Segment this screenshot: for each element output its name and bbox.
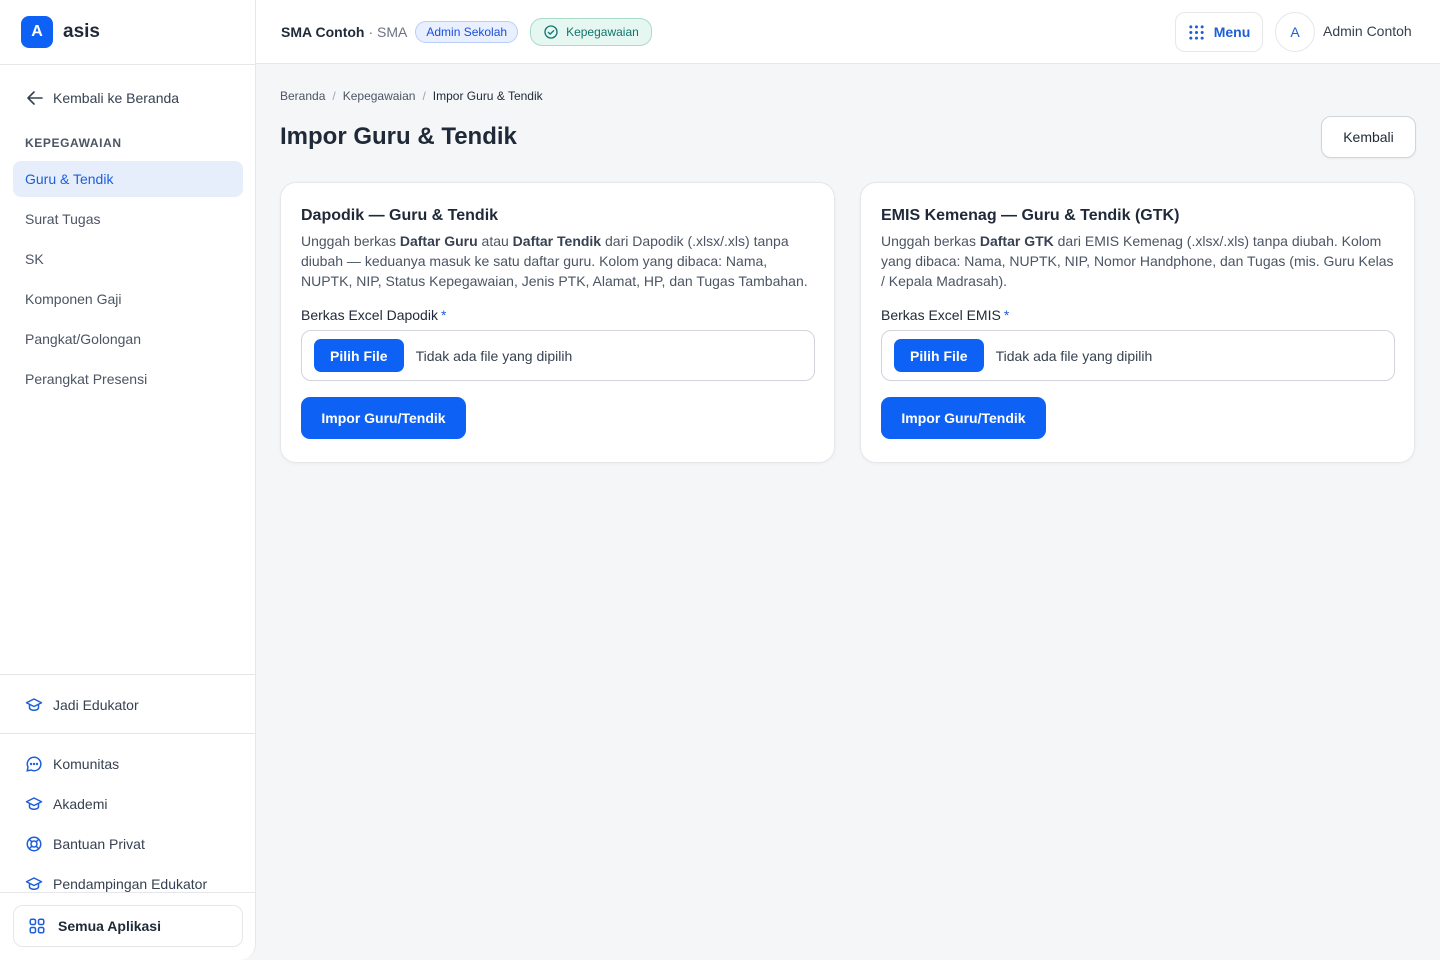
page-title: Impor Guru & Tendik	[280, 123, 517, 150]
desc-text: Unggah berkas	[301, 233, 400, 249]
become-educator-label: Jadi Edukator	[53, 697, 139, 713]
academy-link[interactable]: Akademi	[0, 784, 255, 824]
breadcrumb-separator: /	[422, 89, 426, 103]
file-input[interactable]: Pilih File Tidak ada file yang dipilih	[881, 330, 1395, 381]
all-apps-label: Semua Aplikasi	[58, 918, 161, 934]
desc-bold: Daftar Tendik	[512, 233, 602, 249]
sidebar-item-guru-tendik[interactable]: Guru & Tendik	[13, 161, 243, 197]
back-to-home-link[interactable]: Kembali ke Beranda	[25, 88, 179, 108]
menu-label: Menu	[1213, 24, 1251, 40]
dots-grid-icon	[1189, 24, 1204, 40]
desc-text: atau	[477, 233, 513, 249]
role-badge: Admin Sekolah	[415, 20, 519, 43]
user-name[interactable]: Admin Contoh	[1323, 23, 1412, 39]
graduation-cap-icon	[25, 797, 43, 810]
emis-import-card: EMIS Kemenag — Guru & Tendik (GTK) Ungga…	[860, 182, 1415, 463]
back-button[interactable]: Kembali	[1321, 116, 1416, 158]
brand-logo: A	[21, 16, 53, 48]
file-field-label-text: Berkas Excel EMIS	[881, 307, 1001, 323]
module-badge-label: Kepegawaian	[566, 24, 639, 39]
topbar: SMA Contoh · SMA Admin Sekolah Kepegawai…	[256, 0, 1440, 64]
avatar[interactable]: A	[1275, 12, 1315, 52]
file-field-label: Berkas Excel EMIS *	[881, 307, 1394, 323]
module-badge: Kepegawaian	[530, 17, 652, 46]
become-educator-link[interactable]: Jadi Edukator	[0, 685, 255, 725]
check-circle-icon	[544, 24, 558, 39]
import-button[interactable]: Impor Guru/Tendik	[881, 397, 1046, 439]
choose-file-button[interactable]: Pilih File	[894, 339, 984, 372]
card-description: Unggah berkas Daftar GTK dari EMIS Kemen…	[881, 231, 1394, 291]
educator-mentoring-link[interactable]: Pendampingan Edukator	[0, 864, 255, 904]
private-help-link[interactable]: Bantuan Privat	[0, 824, 255, 864]
breadcrumb-home[interactable]: Beranda	[280, 89, 325, 103]
breadcrumb-current: Impor Guru & Tendik	[432, 89, 543, 103]
sidebar-item-sk[interactable]: SK	[13, 241, 243, 277]
file-field-label-text: Berkas Excel Dapodik	[301, 307, 438, 323]
all-apps-button[interactable]: Semua Aplikasi	[13, 905, 243, 947]
academy-label: Akademi	[53, 796, 108, 812]
brand[interactable]: A asis	[0, 0, 255, 65]
desc-bold: Daftar GTK	[979, 233, 1054, 249]
sidebar-item-pangkat-golongan[interactable]: Pangkat/Golongan	[13, 321, 243, 357]
desc-text: Unggah berkas	[881, 233, 980, 249]
file-input[interactable]: Pilih File Tidak ada file yang dipilih	[301, 330, 815, 381]
required-mark: *	[440, 307, 447, 323]
breadcrumb: Beranda / Kepegawaian / Impor Guru & Ten…	[280, 89, 543, 103]
file-status: Tidak ada file yang dipilih	[995, 347, 1153, 364]
sidebar-divider	[0, 892, 255, 893]
community-label: Komunitas	[53, 756, 120, 772]
brand-name: asis	[63, 21, 100, 42]
breadcrumb-kepegawaian[interactable]: Kepegawaian	[343, 89, 416, 103]
breadcrumb-separator: /	[332, 89, 336, 103]
grid-icon	[29, 918, 45, 934]
arrow-left-icon	[27, 91, 43, 105]
private-help-label: Bantuan Privat	[53, 836, 145, 852]
desc-bold: Daftar Guru	[399, 233, 478, 249]
school-name: SMA Contoh	[281, 23, 365, 40]
file-status: Tidak ada file yang dipilih	[415, 347, 573, 364]
menu-button[interactable]: Menu	[1175, 12, 1263, 52]
chat-icon	[26, 756, 42, 772]
choose-file-button[interactable]: Pilih File	[314, 339, 404, 372]
card-title: EMIS Kemenag — Guru & Tendik (GTK)	[881, 207, 1180, 224]
import-button[interactable]: Impor Guru/Tendik	[301, 397, 466, 439]
sidebar-bottom: Jadi Edukator Komunitas Akademi Bantuan …	[0, 674, 255, 904]
back-to-home-label: Kembali ke Beranda	[53, 90, 180, 106]
sidebar-item-perangkat-presensi[interactable]: Perangkat Presensi	[13, 361, 243, 397]
educator-mentoring-label: Pendampingan Edukator	[53, 876, 208, 892]
required-mark: *	[1003, 307, 1010, 323]
graduation-cap-icon	[25, 877, 43, 890]
graduation-cap-icon	[25, 698, 43, 711]
sidebar-nav: Guru & Tendik Surat Tugas SK Komponen Ga…	[13, 161, 243, 401]
lifebuoy-icon	[26, 836, 42, 852]
file-field-label: Berkas Excel Dapodik *	[301, 307, 814, 323]
community-link[interactable]: Komunitas	[0, 744, 255, 784]
card-description: Unggah berkas Daftar Guru atau Daftar Te…	[301, 231, 814, 291]
card-title: Dapodik — Guru & Tendik	[301, 207, 499, 224]
sidebar-item-komponen-gaji[interactable]: Komponen Gaji	[13, 281, 243, 317]
sidebar-item-surat-tugas[interactable]: Surat Tugas	[13, 201, 243, 237]
sidebar: A asis Kembali ke Beranda KEPEGAWAIAN Gu…	[0, 0, 256, 960]
dapodik-import-card: Dapodik — Guru & Tendik Unggah berkas Da…	[280, 182, 835, 463]
nav-section-title: KEPEGAWAIAN	[25, 136, 122, 150]
school-type: · SMA	[368, 23, 408, 40]
